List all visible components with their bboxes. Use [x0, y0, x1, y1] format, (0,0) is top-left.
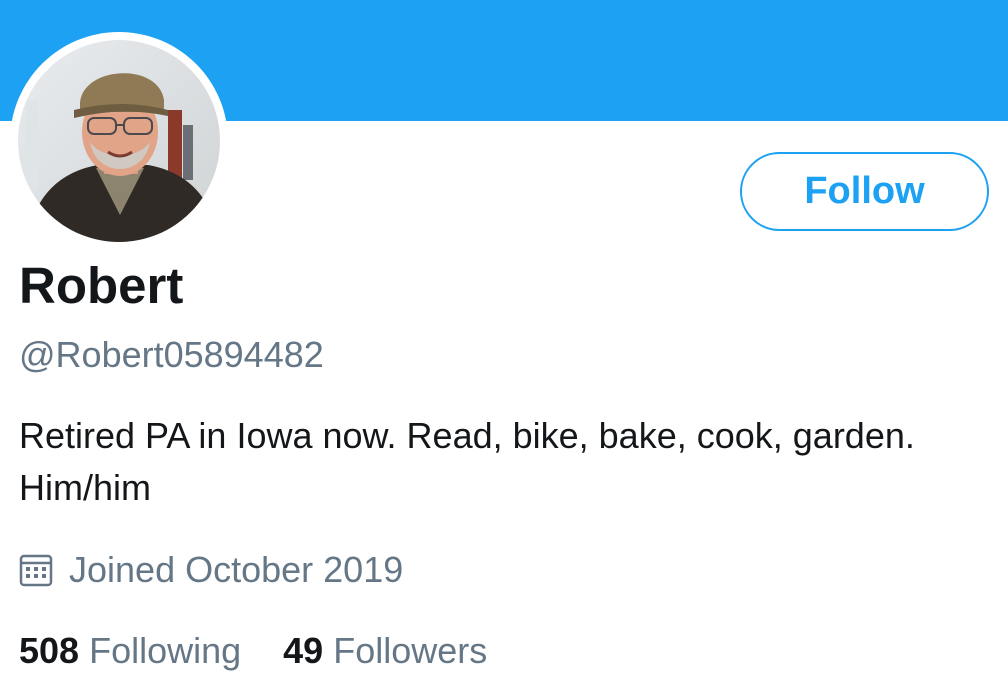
- following-count: 508: [19, 630, 80, 671]
- avatar[interactable]: [10, 32, 228, 250]
- username-handle: @Robert05894482: [19, 334, 324, 375]
- avatar-photo: [18, 40, 220, 242]
- profile-bio: Retired PA in Iowa now. Read, bike, bake…: [19, 415, 915, 508]
- calendar-icon: [19, 553, 53, 587]
- followers-label: Followers: [333, 630, 488, 671]
- followers-stat[interactable]: 49 Followers: [283, 626, 487, 676]
- display-name: Robert: [19, 257, 184, 314]
- follow-button[interactable]: Follow: [740, 152, 989, 231]
- profile-stats: 508 Following 49 Followers: [19, 626, 487, 676]
- joined-date: Joined October 2019: [19, 545, 403, 595]
- following-stat[interactable]: 508 Following: [19, 626, 241, 676]
- joined-date-text: Joined October 2019: [69, 549, 404, 590]
- followers-count: 49: [283, 630, 324, 671]
- following-label: Following: [89, 630, 242, 671]
